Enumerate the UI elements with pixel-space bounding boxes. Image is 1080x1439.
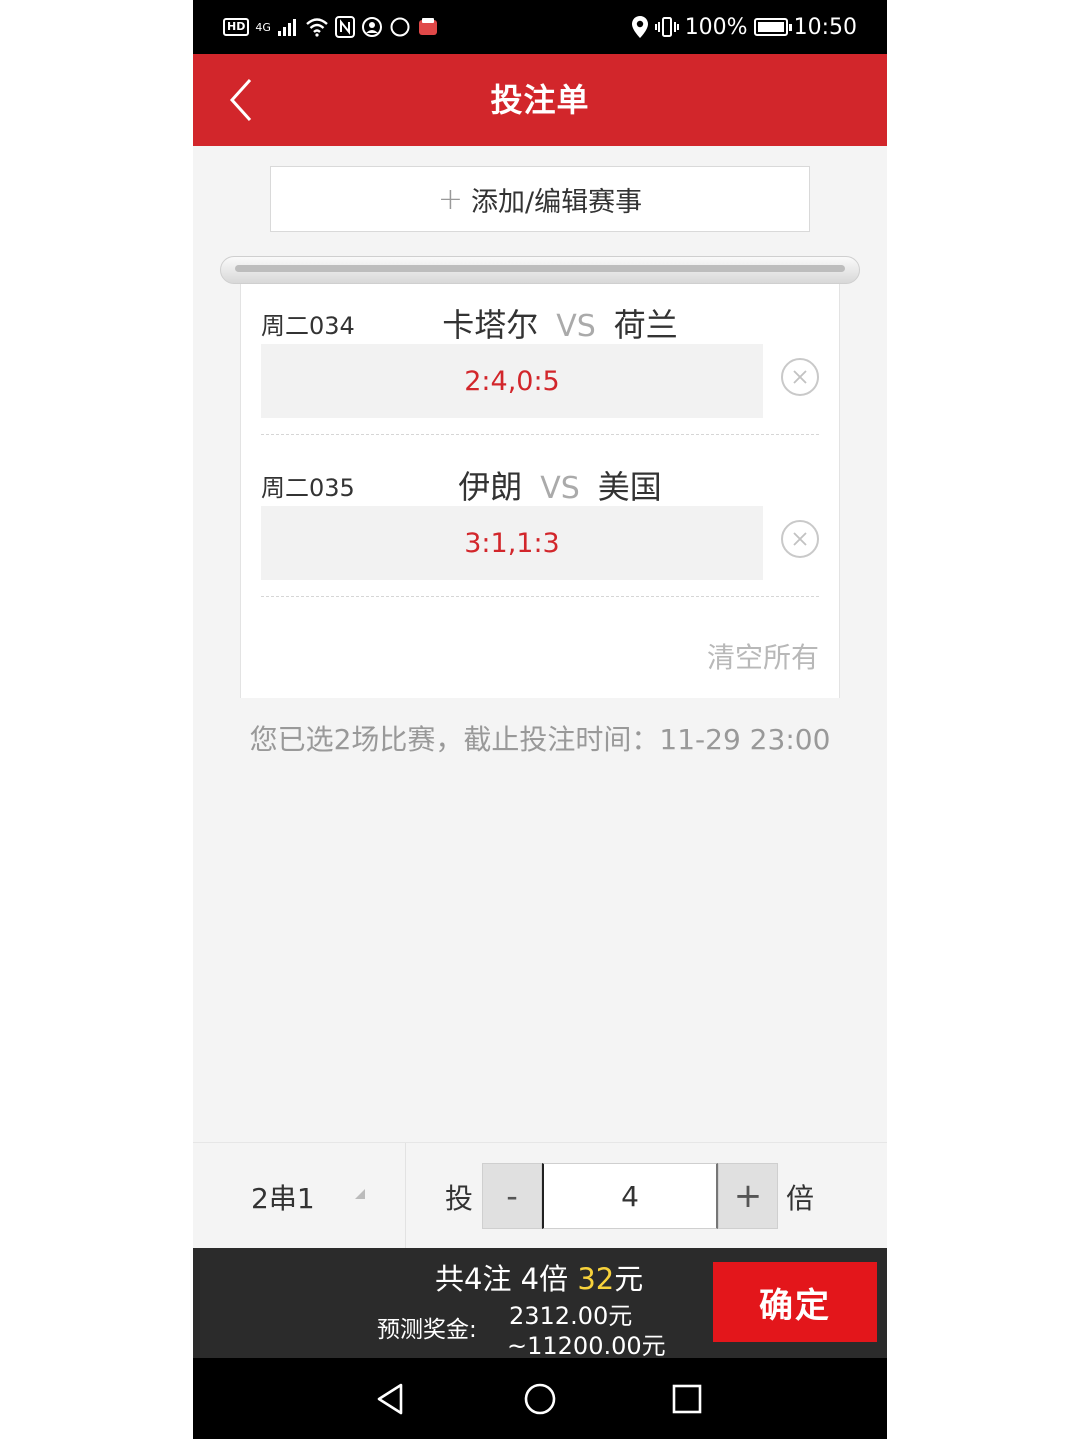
close-circle-icon [793,532,807,546]
summary-bar: 共4注 4倍 32元 预测奖金: 2312.00元 ~11200.00元 确定 [193,1248,887,1360]
add-edit-match-button[interactable]: + 添加/编辑赛事 [270,166,810,232]
battery-percent: 100% [684,14,748,40]
hd-icon: HD [223,18,250,36]
phone-screen: HD 4G 100% 10:50 投注单 + 添加/编辑赛事 周二034 卡塔尔… [193,0,887,1439]
location-icon [631,16,648,38]
vs-label: VS [556,309,596,344]
account-icon [361,17,382,37]
home-team: 卡塔尔 [442,306,539,344]
network-label: 4G [255,20,271,34]
add-edit-label: 添加/编辑赛事 [471,186,643,218]
close-circle-icon [793,370,807,384]
options-bar: 2串1 投 - + 倍 [193,1142,887,1249]
vs-label: VS [540,471,580,506]
ticket-serrated-edge [240,692,840,702]
dropdown-triangle-icon [355,1189,365,1199]
nav-home-button[interactable] [519,1378,561,1420]
bei-label: 倍 [786,1182,815,1215]
cell-signal-icon [277,19,296,36]
away-team: 美国 [597,468,662,506]
square-recents-icon [672,1384,702,1414]
nav-recents-button[interactable] [666,1378,708,1420]
plus-icon: + [437,181,464,217]
match-selection[interactable]: 2:4,0:5 [261,344,763,418]
battery-fill [757,22,784,32]
circle-icon [390,17,410,37]
prize-max: ~11200.00元 [507,1332,666,1360]
pass-type-selector[interactable]: 2串1 [193,1143,406,1249]
match-item: 周二035 伊朗 VS 美国 3:1,1:3 [261,454,819,597]
remove-match-button[interactable] [781,520,819,558]
separator [261,434,819,435]
confirm-button[interactable]: 确定 [713,1262,877,1342]
remove-match-button[interactable] [781,358,819,396]
bet-ticket: 周二034 卡塔尔 VS 荷兰 2:4,0:5 周二035 伊朗 VS 美国 3:1,1… [240,268,840,698]
bet-summary: 共4注 4倍 32元 [435,1256,643,1298]
header-bar: 投注单 [193,54,887,146]
increase-multiplier-button[interactable]: + [718,1163,778,1229]
status-left: HD 4G [223,12,439,42]
summary-suffix: 元 [614,1262,644,1296]
summary-amount: 32 [577,1262,615,1296]
tou-label: 投 [445,1182,474,1215]
match-teams: 伊朗 VS 美国 [261,462,819,508]
navigation-bar [193,1358,887,1439]
battery-icon [753,18,792,36]
match-selection[interactable]: 3:1,1:3 [261,506,763,580]
separator [261,596,819,597]
status-right: 100% 10:50 [631,12,857,42]
triangle-back-icon [377,1383,403,1415]
decrease-multiplier-button[interactable]: - [482,1163,542,1229]
roller-slot [235,265,845,272]
clear-all-button[interactable]: 清空所有 [707,636,819,676]
vibrate-icon [654,17,679,37]
app-notification-icon [418,18,437,35]
home-team: 伊朗 [458,468,523,506]
circle-home-icon [524,1383,556,1415]
status-time: 10:50 [793,14,857,40]
status-bar: HD 4G 100% 10:50 [193,0,887,54]
selection-info: 您已选2场比赛，截止投注时间：11-29 23:00 [249,723,831,756]
summary-prefix: 共4注 4倍 [435,1262,578,1296]
prize-label: 预测奖金: [377,1317,477,1343]
wifi-icon [306,18,328,37]
match-teams: 卡塔尔 VS 荷兰 [261,300,819,346]
multiplier-input[interactable] [542,1163,718,1229]
match-item: 周二034 卡塔尔 VS 荷兰 2:4,0:5 [261,292,819,435]
ticket-roller [220,256,860,284]
nav-back-button[interactable] [369,1378,411,1420]
away-team: 荷兰 [613,306,678,344]
page-title: 投注单 [490,81,590,119]
nfc-icon [334,16,355,38]
pass-type-label: 2串1 [251,1182,315,1215]
